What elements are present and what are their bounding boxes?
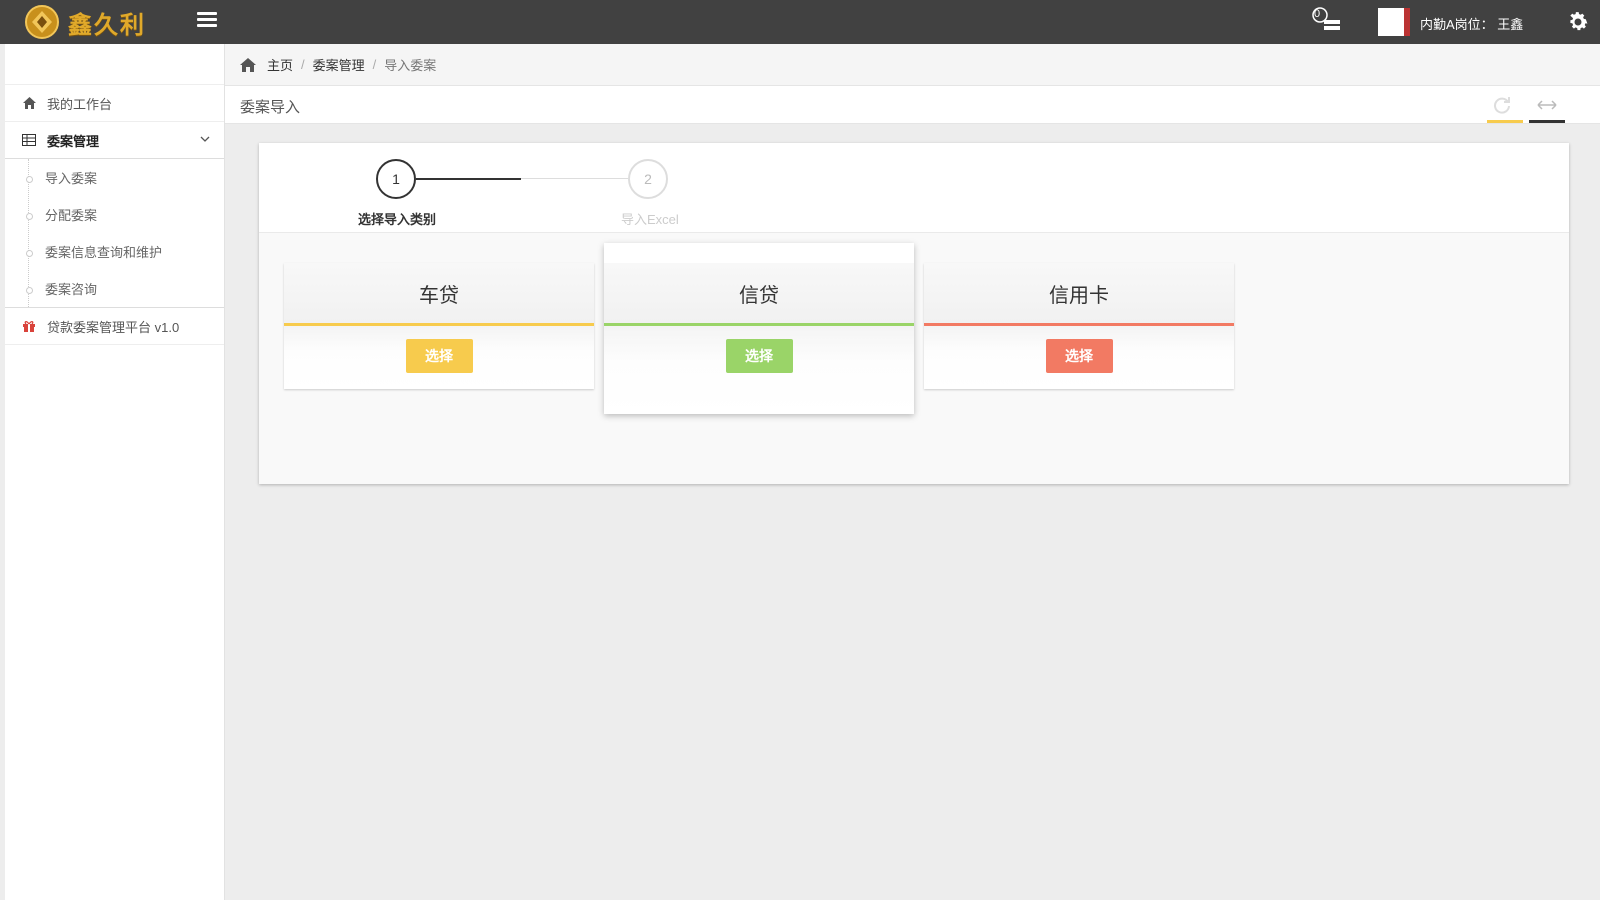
card-body: 选择 — [604, 326, 914, 414]
user-role-label[interactable]: 内勤A岗位： 王鑫 — [1420, 14, 1523, 33]
table-icon — [21, 132, 37, 148]
step-connector-pending — [521, 178, 628, 179]
step-2-label: 导入Excel — [621, 212, 679, 227]
expand-horizontal-icon[interactable] — [1535, 96, 1559, 114]
step-1-label: 选择导入类别 — [358, 212, 437, 227]
home-icon[interactable] — [239, 57, 257, 73]
card-title: 信贷 — [604, 263, 914, 323]
sidebar-header-spacer — [5, 44, 224, 85]
logo-emblem-icon — [25, 5, 59, 39]
top-navbar: 鑫久利 0 内勤A岗位： 王鑫 — [0, 0, 1600, 44]
page-header: 委案导入 — [225, 86, 1600, 124]
breadcrumb-separator: / — [301, 57, 305, 72]
breadcrumb: 主页 / 委案管理 / 导入委案 — [225, 44, 1600, 86]
breadcrumb-current: 导入委案 — [384, 58, 437, 73]
sidebar-item-label: 我的工作台 — [47, 96, 113, 112]
sidebar-item-label: 委案管理 — [47, 133, 100, 149]
category-card-car-loan: 车贷 选择 — [284, 263, 594, 389]
chevron-down-icon — [200, 136, 210, 142]
step-1-circle: 1 — [376, 159, 416, 199]
card-title: 车贷 — [284, 263, 594, 323]
select-car-loan-button[interactable]: 选择 — [405, 339, 473, 373]
gear-icon[interactable] — [1566, 10, 1590, 34]
avatar[interactable] — [1378, 8, 1410, 36]
step-connector-done — [416, 178, 521, 180]
case-management-submenu: 导入委案 分配委案 委案信息查询和维护 委案咨询 — [5, 159, 224, 308]
card-title: 信用卡 — [924, 263, 1234, 323]
refresh-icon[interactable] — [1493, 96, 1511, 114]
select-credit-card-button[interactable]: 选择 — [1045, 339, 1113, 373]
card-body: 选择 — [924, 326, 1234, 389]
sidebar-item-label: 贷款委案管理平台 v1.0 — [47, 319, 180, 335]
message-count-badge: 0 — [1314, 8, 1321, 20]
category-card-credit-loan: 信贷 选择 — [604, 243, 914, 414]
sidebar-subitem-case-query[interactable]: 委案信息查询和维护 — [5, 233, 224, 270]
step-2-circle: 2 — [628, 159, 668, 199]
card-body: 选择 — [284, 326, 594, 389]
page-title: 委案导入 — [240, 99, 301, 116]
sidebar-item-workbench[interactable]: 我的工作台 — [5, 85, 224, 122]
logo-text: 鑫久利 — [68, 9, 146, 39]
import-panel: 1 2 选择导入类别 导入Excel 车贷 选择 信贷 选择 信用卡 选择 — [259, 143, 1569, 484]
refresh-indicator — [1487, 120, 1523, 123]
brand-logo[interactable]: 鑫久利 — [24, 4, 146, 40]
sidebar: 我的工作台 委案管理 导入委案 分配委案 委案信息查询和维护 委案咨询 贷款委案… — [5, 44, 225, 900]
sidebar-item-case-management[interactable]: 委案管理 — [5, 122, 224, 159]
breadcrumb-separator: / — [372, 57, 377, 72]
step-progress: 1 2 选择导入类别 导入Excel — [259, 143, 1569, 233]
sidebar-subitem-assign-case[interactable]: 分配委案 — [5, 196, 224, 233]
expand-indicator — [1529, 120, 1565, 123]
select-credit-loan-button[interactable]: 选择 — [725, 339, 793, 373]
breadcrumb-case-management[interactable]: 委案管理 — [313, 55, 365, 74]
sidebar-subitem-case-consult[interactable]: 委案咨询 — [5, 270, 224, 307]
category-card-credit-card: 信用卡 选择 — [924, 263, 1234, 389]
breadcrumb-home[interactable]: 主页 — [267, 55, 293, 74]
gift-icon — [21, 318, 37, 334]
sidebar-item-platform-version[interactable]: 贷款委案管理平台 v1.0 — [5, 308, 224, 345]
sidebar-toggle-button[interactable] — [197, 12, 217, 32]
home-icon — [21, 95, 37, 111]
sidebar-subitem-import-case[interactable]: 导入委案 — [5, 159, 224, 196]
